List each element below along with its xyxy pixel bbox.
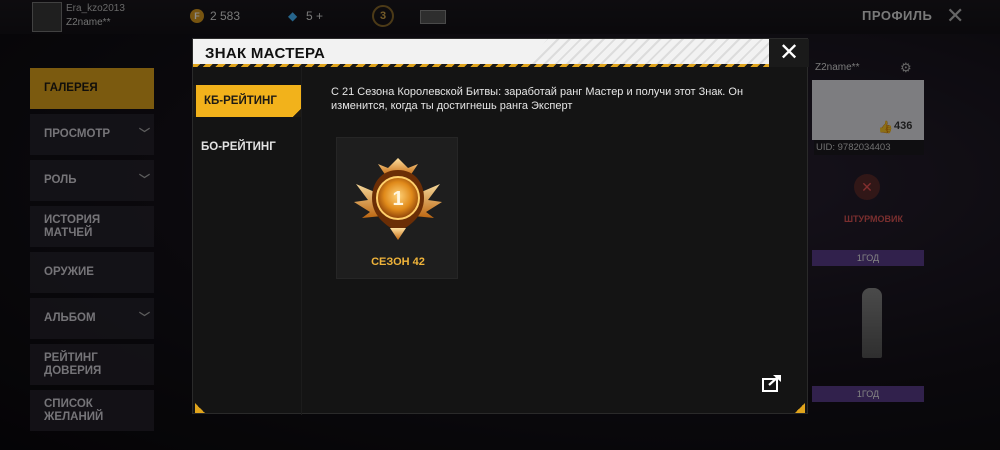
master-badge-icon: 1	[354, 158, 442, 240]
season-label: СЕЗОН 42	[371, 256, 425, 268]
corner-decoration	[195, 403, 205, 413]
dialog-title: ЗНАК МАСТЕРА	[205, 45, 326, 62]
badge-description: С 21 Сезона Королевской Битвы: заработай…	[331, 86, 744, 112]
share-icon[interactable]	[761, 373, 783, 393]
badge-card[interactable]: 1 СЕЗОН 42	[336, 137, 458, 279]
divider	[301, 67, 302, 415]
close-icon: ✕	[778, 39, 800, 66]
tab-br-rating[interactable]: КБ-РЕЙТИНГ	[193, 85, 301, 117]
rating-tabs: КБ-РЕЙТИНГ БО-РЕЙТИНГ	[193, 85, 301, 177]
master-badge-dialog: ЗНАК МАСТЕРА ✕ КБ-РЕЙТИНГ БО-РЕЙТИНГ С 2…	[192, 38, 809, 415]
rank-number: 1	[392, 188, 403, 210]
corner-decoration	[795, 403, 805, 413]
close-button[interactable]: ✕	[769, 39, 809, 67]
header-accent	[193, 64, 769, 67]
tab-cs-rating[interactable]: БО-РЕЙТИНГ	[193, 131, 301, 163]
dialog-header: ЗНАК МАСТЕРА	[193, 39, 769, 67]
header-stripe	[523, 39, 769, 67]
